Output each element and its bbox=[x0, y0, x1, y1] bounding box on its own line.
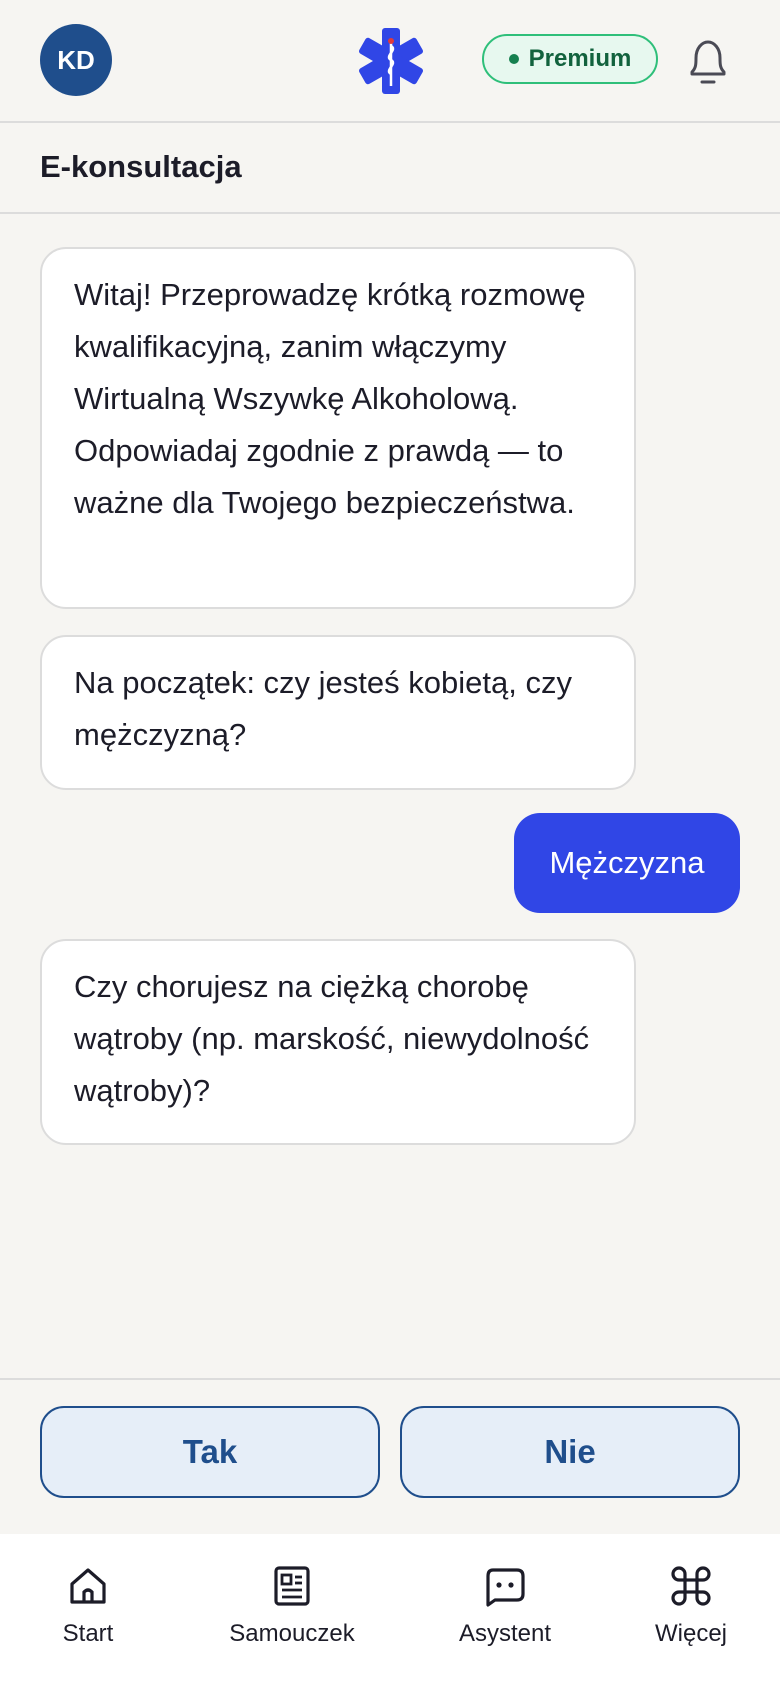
nav-item-asystent[interactable]: Asystent bbox=[415, 1564, 595, 1648]
status-dot-icon bbox=[508, 54, 519, 64]
nav-label: Start bbox=[62, 1620, 114, 1647]
message-text: Czy chorujesz na ciężką chorobę wątroby … bbox=[74, 969, 590, 1108]
yes-button[interactable]: Tak bbox=[40, 1406, 380, 1498]
avatar-initials: KD bbox=[57, 44, 95, 75]
bottom-nav: Start Samouczek Asystent Więcej bbox=[0, 1534, 780, 1688]
chat-icon bbox=[486, 1568, 525, 1607]
star-of-life-icon bbox=[359, 28, 423, 94]
bot-message: Witaj! Przeprowadzę krótką rozmowę kwali… bbox=[40, 247, 636, 609]
nav-item-samouczek[interactable]: Samouczek bbox=[202, 1564, 382, 1648]
nav-label: Samouczek bbox=[229, 1620, 355, 1647]
page-header: E-konsultacja bbox=[0, 123, 780, 214]
home-icon bbox=[70, 1568, 106, 1604]
bell-icon[interactable] bbox=[684, 36, 732, 88]
premium-label: Premium bbox=[528, 45, 632, 72]
message-text: Mężczyzna bbox=[549, 845, 705, 880]
message-text: Witaj! Przeprowadzę krótką rozmowę kwali… bbox=[74, 277, 586, 520]
page-title: E-konsultacja bbox=[40, 149, 242, 184]
command-icon bbox=[671, 1566, 711, 1606]
nav-label: Więcej bbox=[654, 1620, 727, 1647]
document-icon bbox=[274, 1566, 310, 1606]
message-text: Na początek: czy jesteś kobietą, czy męż… bbox=[74, 665, 572, 752]
user-message: Mężczyzna bbox=[514, 813, 740, 913]
avatar[interactable]: KD bbox=[40, 24, 112, 96]
no-button[interactable]: Nie bbox=[400, 1406, 740, 1498]
bot-message: Czy chorujesz na ciężką chorobę wątroby … bbox=[40, 939, 636, 1145]
premium-badge[interactable]: Premium bbox=[482, 34, 658, 84]
nav-label: Asystent bbox=[458, 1620, 552, 1647]
answer-bar: Tak Nie bbox=[0, 1378, 780, 1536]
bot-message: Na początek: czy jesteś kobietą, czy męż… bbox=[40, 635, 636, 790]
nav-item-start[interactable]: Start bbox=[0, 1564, 178, 1648]
top-bar: KD Premium bbox=[0, 0, 780, 123]
nav-item-wiecej[interactable]: Więcej bbox=[601, 1564, 780, 1648]
